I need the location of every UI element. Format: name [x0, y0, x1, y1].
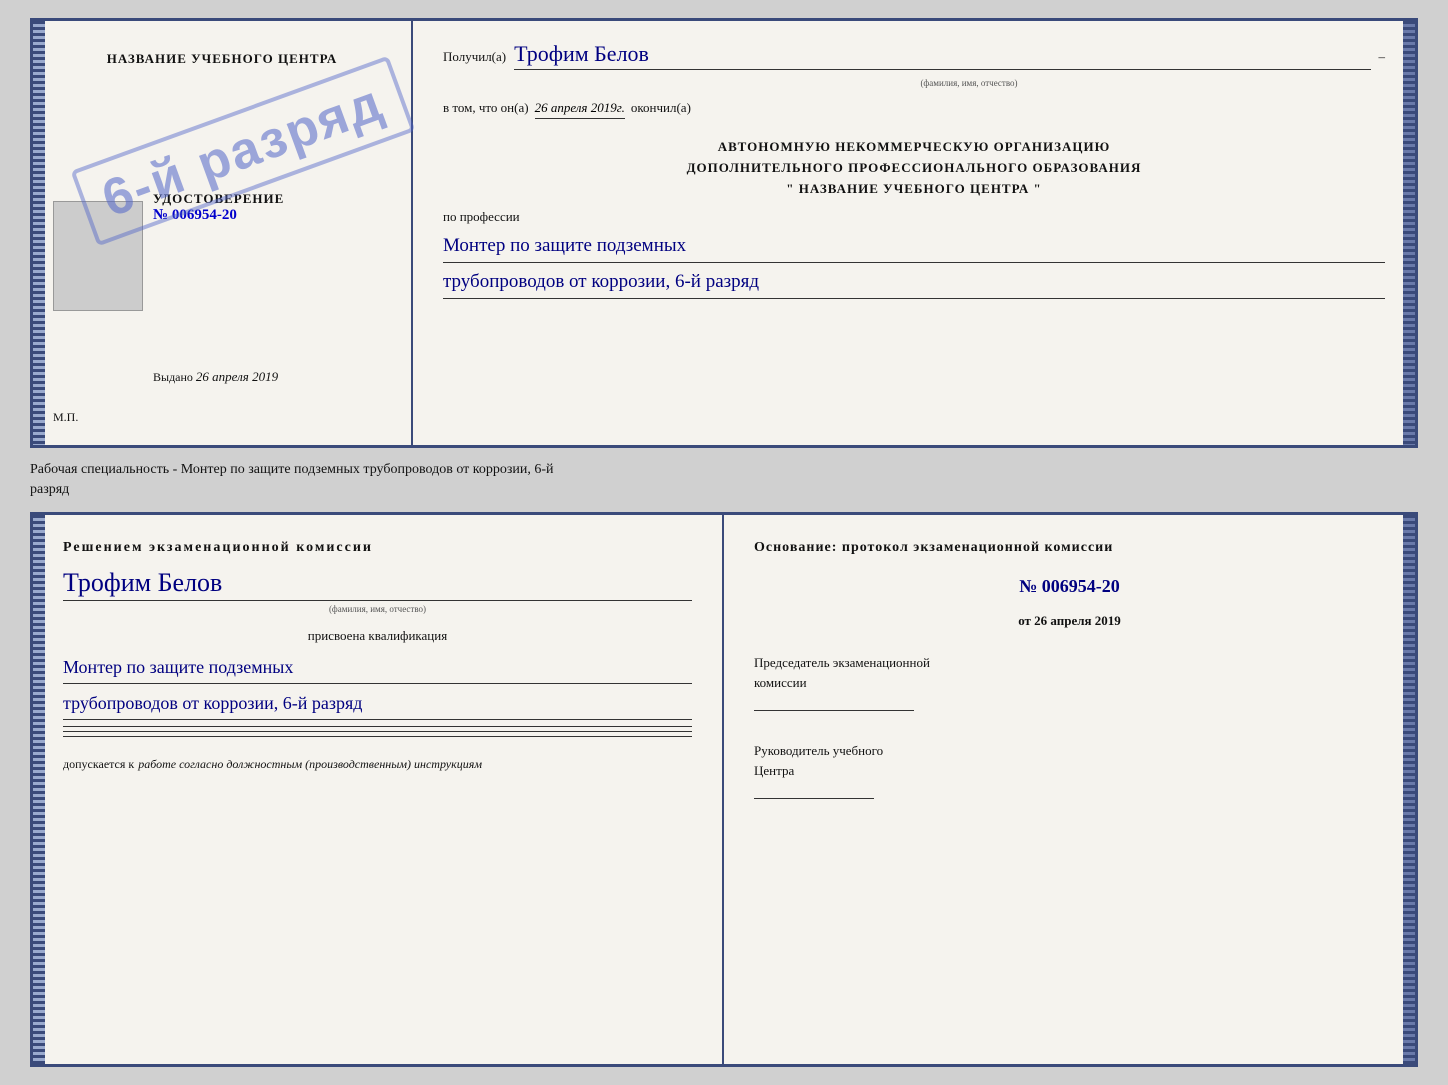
fio-handwritten-bottom: Трофим Белов	[63, 568, 692, 598]
dash-line-1	[63, 726, 692, 727]
protocol-number: № 006954-20	[754, 576, 1385, 597]
diploma-bottom: Решением экзаменационной комиссии Трофим…	[30, 512, 1418, 1067]
org-block: АВТОНОМНУЮ НЕКОММЕРЧЕСКУЮ ОРГАНИЗАЦИЮ ДО…	[443, 137, 1385, 199]
rukovoditel-signature-line	[754, 798, 874, 799]
diploma-top: НАЗВАНИЕ УЧЕБНОГО ЦЕНТРА 6-й разряд УДОС…	[30, 18, 1418, 448]
mp-label: М.П.	[53, 410, 78, 425]
udostoverenie-label: УДОСТОВЕРЕНИЕ	[153, 191, 401, 207]
fio-hint-bottom: (фамилия, имя, отчество)	[63, 604, 692, 614]
qual-line2: трубопроводов от коррозии, 6-й разряд	[63, 690, 692, 720]
poluchil-line: Получил(а) Трофим Белов –	[443, 41, 1385, 70]
diploma-right-panel: Получил(а) Трофим Белов – (фамилия, имя,…	[413, 21, 1415, 445]
poluchil-label: Получил(а)	[443, 49, 506, 65]
prisvoena-label: присвоена квалификация	[63, 628, 692, 644]
ot-date-block: от 26 апреля 2019	[754, 613, 1385, 629]
dash-line-2	[63, 731, 692, 732]
diploma-title: НАЗВАНИЕ УЧЕБНОГО ЦЕНТРА	[107, 51, 338, 67]
predsedatel-label2: комиссии	[754, 673, 1385, 693]
osnovaniye-label: Основание: протокол экзаменационной коми…	[754, 540, 1385, 556]
diploma-bottom-right: Основание: протокол экзаменационной коми…	[724, 515, 1415, 1064]
poluchil-dash: –	[1379, 49, 1386, 65]
fio-underline-bottom: Трофим Белов	[63, 568, 692, 601]
between-text: Рабочая специальность - Монтер по защите…	[30, 460, 1418, 499]
vydano-block: Выдано 26 апреля 2019	[153, 369, 278, 385]
deco-right-border-top	[1403, 21, 1415, 445]
poluchil-name: Трофим Белов	[514, 41, 1370, 70]
org-line1: АВТОНОМНУЮ НЕКОММЕРЧЕСКУЮ ОРГАНИЗАЦИЮ	[443, 137, 1385, 158]
between-line2: разряд	[30, 480, 1418, 500]
dash-line-3	[63, 736, 692, 737]
ot-prefix: от	[1018, 613, 1031, 628]
profession-line1-top: Монтер по защите подземных	[443, 233, 1385, 263]
vydano-label: Выдано	[153, 370, 193, 384]
org-line2: ДОПОЛНИТЕЛЬНОГО ПРОФЕССИОНАЛЬНОГО ОБРАЗО…	[443, 158, 1385, 179]
vtom-line: в том, что он(а) 26 апреля 2019г. окончи…	[443, 100, 1385, 119]
predsedatel-block: Председатель экзаменационной комиссии	[754, 653, 1385, 711]
rukovoditel-label2: Центра	[754, 761, 1385, 781]
diploma-left-panel: НАЗВАНИЕ УЧЕБНОГО ЦЕНТРА 6-й разряд УДОС…	[33, 21, 413, 445]
rukovoditel-label: Руководитель учебного	[754, 741, 1385, 761]
vydano-date: 26 апреля 2019	[196, 369, 278, 384]
predsedatel-signature-line	[754, 710, 914, 711]
dopuskaetsya-block: допускается к работе согласно должностны…	[63, 757, 692, 772]
po-professii-top: по профессии	[443, 209, 1385, 225]
page-background: НАЗВАНИЕ УЧЕБНОГО ЦЕНТРА 6-й разряд УДОС…	[0, 0, 1448, 1085]
qual-line1: Монтер по защите подземных	[63, 654, 692, 684]
dopuskaetsya-prefix: допускается к	[63, 757, 134, 772]
cert-number-top: № 006954-20	[153, 207, 401, 224]
okonchil-label: окончил(а)	[631, 100, 691, 116]
ot-date-val: 26 апреля 2019	[1034, 613, 1121, 628]
dopuskaetsya-text: работе согласно должностным (производств…	[138, 757, 482, 772]
diploma-bottom-left: Решением экзаменационной комиссии Трофим…	[33, 515, 724, 1064]
between-line1: Рабочая специальность - Монтер по защите…	[30, 460, 1418, 480]
photo-placeholder	[53, 201, 143, 311]
predsedatel-label: Председатель экзаменационной	[754, 653, 1385, 673]
fio-hint-top: (фамилия, имя, отчество)	[553, 78, 1385, 88]
org-line3: " НАЗВАНИЕ УЧЕБНОГО ЦЕНТРА "	[443, 179, 1385, 200]
deco-right-border-bottom	[1403, 515, 1415, 1064]
rukovoditel-block: Руководитель учебного Центра	[754, 741, 1385, 799]
udostoverenie-block: УДОСТОВЕРЕНИЕ № 006954-20	[153, 191, 401, 224]
vtom-prefix: в том, что он(а)	[443, 100, 529, 116]
resheniem-label: Решением экзаменационной комиссии	[63, 540, 692, 556]
profession-line2-top: трубопроводов от коррозии, 6-й разряд	[443, 269, 1385, 299]
vtom-date: 26 апреля 2019г.	[535, 100, 625, 119]
